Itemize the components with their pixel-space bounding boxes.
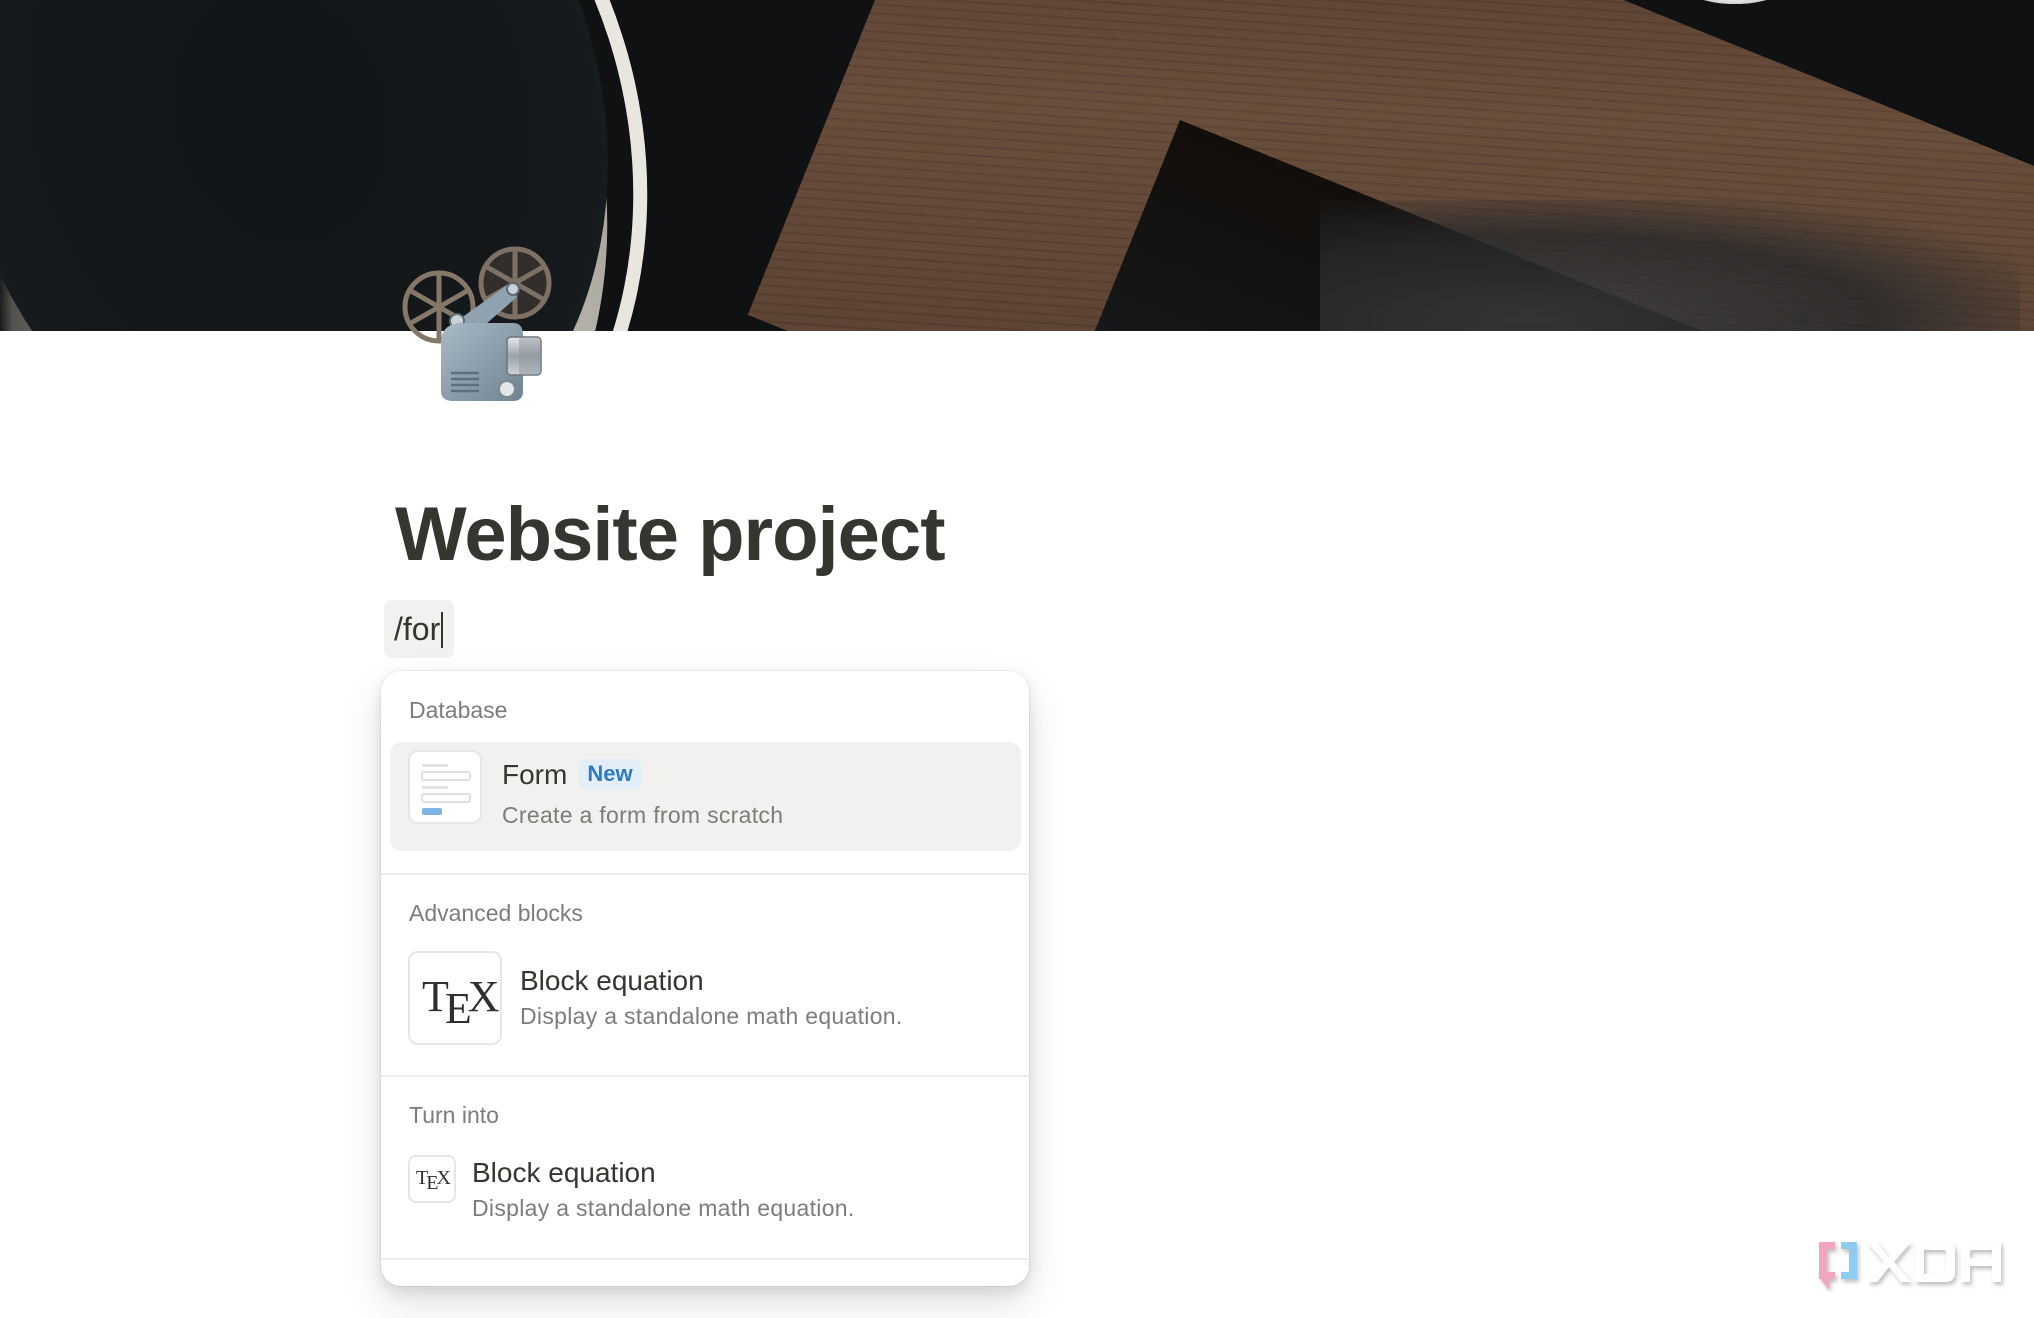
tex-e: E: [426, 1172, 438, 1194]
menu-item-description: Create a form from scratch: [502, 802, 784, 828]
menu-item-form[interactable]: Form New Create a form from scratch: [390, 742, 1021, 851]
page-cover-image[interactable]: [0, 0, 2034, 331]
tex-e: E: [444, 984, 472, 1033]
slash-command-input[interactable]: /for: [384, 600, 454, 658]
tex-x: X: [436, 1167, 451, 1189]
film-projector-icon[interactable]: [395, 245, 555, 405]
tex-x: X: [467, 972, 500, 1021]
menu-divider: [381, 1258, 1029, 1260]
menu-item-title: Form: [502, 759, 568, 790]
menu-item-description: Display a standalone math equation.: [472, 1195, 855, 1221]
section-label-advanced-blocks: Advanced blocks: [409, 900, 583, 926]
text-caret: [441, 612, 444, 648]
cover-cloth: [1320, 200, 2020, 331]
tex-icon: TEX: [408, 1155, 456, 1203]
slash-command-menu: Database Form New Create a form from scra…: [381, 671, 1029, 1286]
tex-icon: TEX: [408, 951, 502, 1045]
cover-saucer: [1680, 0, 1790, 4]
section-label-turn-into: Turn into: [409, 1102, 499, 1128]
menu-item-description: Display a standalone math equation.: [520, 1003, 903, 1029]
menu-item-title: Block equation: [520, 965, 704, 996]
menu-item-name: Form New: [502, 759, 641, 791]
tex-t: T: [422, 972, 449, 1021]
menu-item-title: Block equation: [472, 1157, 656, 1188]
menu-divider: [381, 873, 1029, 875]
menu-item-block-equation[interactable]: TEX Block equation Display a standalone …: [390, 943, 1021, 1052]
section-label-database: Database: [409, 697, 508, 723]
tex-t: T: [416, 1167, 428, 1189]
menu-divider: [381, 1075, 1029, 1077]
new-badge: New: [579, 759, 641, 789]
form-icon: [408, 750, 482, 824]
slash-command-text: /for: [394, 611, 441, 647]
cover-cup-rim: [0, 0, 761, 331]
xda-watermark-logo: [1815, 1232, 2015, 1292]
page-title[interactable]: Website project: [395, 490, 946, 580]
menu-item-turn-into-block-equation[interactable]: TEX Block equation Display a standalone …: [390, 1143, 1021, 1243]
